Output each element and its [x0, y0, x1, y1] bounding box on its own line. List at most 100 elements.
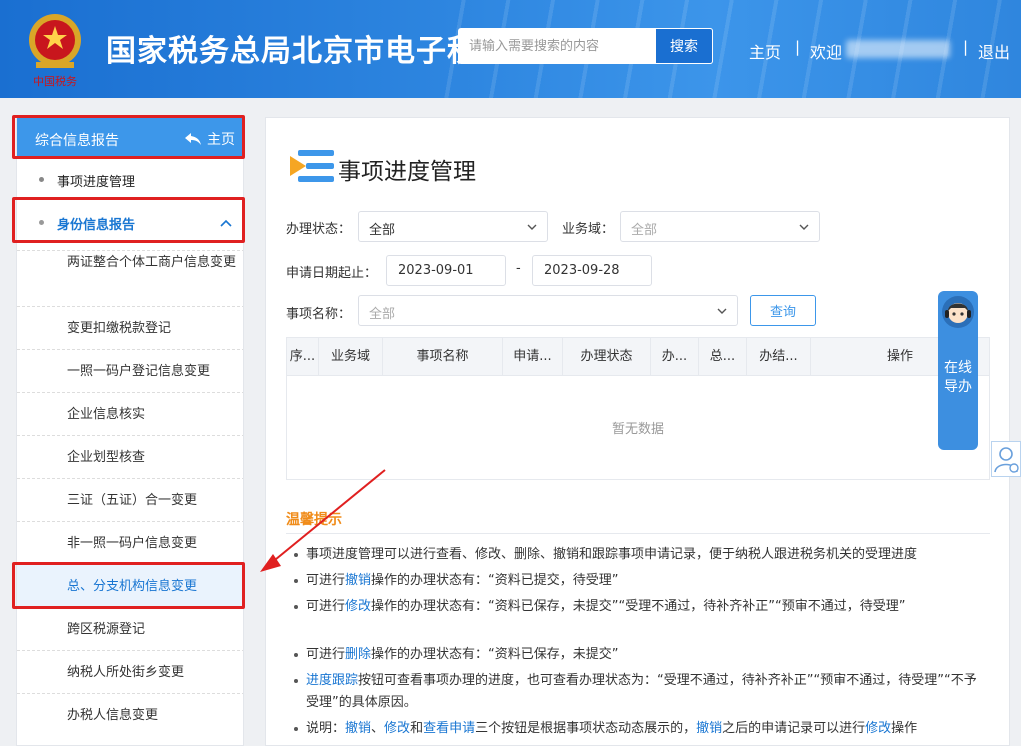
- sidebar-subitem[interactable]: 非一照一码户信息变更: [17, 521, 243, 564]
- sidebar-subitem-label: 两证整合个体工商户信息变更: [67, 255, 237, 270]
- sidebar-subitem-label: 一照一码户登记信息变更: [67, 364, 211, 379]
- sidebar-subitem[interactable]: 两证整合个体工商户信息变更: [17, 250, 243, 295]
- column-header[interactable]: 办理状态: [563, 338, 651, 376]
- chevron-down-icon: [799, 224, 809, 230]
- bullet-icon: [294, 553, 298, 557]
- sidebar-subitem[interactable]: 跨区税源登记: [17, 607, 243, 650]
- tip-text: 和: [410, 721, 424, 736]
- sidebar-subitem-label: 非一照一码户信息变更: [67, 536, 198, 551]
- date-label: 申请日期起止：: [286, 266, 378, 281]
- bullet-icon: [294, 653, 298, 657]
- column-header[interactable]: 申请...: [503, 338, 563, 376]
- column-header[interactable]: 办...: [651, 338, 699, 376]
- tip-text: 可进行: [306, 599, 346, 614]
- sidebar-subitem[interactable]: 变更扣缴税款登记: [17, 306, 243, 349]
- assistant-label: 在线导办: [944, 360, 972, 395]
- tip-item: 可进行撤销操作的办理状态有：“资料已提交，待受理”: [294, 570, 984, 592]
- date-to-input[interactable]: 2023-09-28: [532, 255, 652, 286]
- domain-select-value: 全部: [631, 223, 658, 238]
- status-label: 办理状态：: [286, 222, 352, 237]
- sidebar-subitem-label: 办税人信息变更: [67, 708, 159, 723]
- tip-highlight: 修改: [865, 721, 892, 736]
- sidebar-subitem[interactable]: 三证（五证）合一变更: [17, 478, 243, 521]
- tip-text: 按钮可查看事项办理的进度，也可查看办理状态为：“受理不通过，待补齐补正”“预审不…: [306, 673, 977, 710]
- tip-item: 可进行修改操作的办理状态有：“资料已保存，未提交”“受理不通过，待补齐补正”“预…: [294, 596, 984, 618]
- sidebar-item-progress[interactable]: 事项进度管理: [17, 160, 243, 200]
- item-name-select[interactable]: 全部: [358, 295, 738, 326]
- results-table: 序... 业务域 事项名称 申请... 办理状态 办... 总... 办结...…: [286, 337, 990, 480]
- sidebar-subitem[interactable]: 办税人信息变更: [17, 693, 243, 736]
- tips-divider: [286, 533, 990, 534]
- tip-highlight: 进度跟踪: [306, 673, 359, 688]
- tip-text: 之后的申请记录可以进行: [722, 721, 866, 736]
- tip-highlight: 查看申请: [423, 721, 476, 736]
- site-header: 中国税务 国家税务总局北京市电子税 搜索 主页 | 欢迎 | 退出: [0, 0, 1021, 98]
- table-empty-text: 暂无数据: [611, 422, 664, 437]
- column-header[interactable]: 事项名称: [383, 338, 503, 376]
- nav-home-link[interactable]: 主页: [749, 39, 781, 63]
- back-arrow-icon: [185, 133, 201, 145]
- sidebar-subitem[interactable]: 企业信息核实: [17, 392, 243, 435]
- sidebar-subitem[interactable]: 企业划型核查: [17, 435, 243, 478]
- tip-text: 事项进度管理可以进行查看、修改、删除、撤销和跟踪事项申请记录，便于纳税人跟进税务…: [306, 547, 918, 562]
- sidebar-subitem-active[interactable]: 总、分支机构信息变更: [17, 564, 243, 607]
- tip-text: 操作: [891, 721, 918, 736]
- domain-select[interactable]: 全部: [620, 211, 820, 242]
- column-header[interactable]: 总...: [699, 338, 747, 376]
- sidebar-subitem-label: 三证（五证）合一变更: [67, 493, 198, 508]
- search-input[interactable]: [458, 28, 654, 64]
- sidebar-subitem-label: 企业信息核实: [67, 407, 146, 422]
- nav-exit-link[interactable]: 退出: [978, 39, 1010, 63]
- tip-highlight: 撤销: [696, 721, 723, 736]
- svg-text:中国税务: 中国税务: [33, 74, 77, 88]
- tip-highlight: 修改: [345, 599, 372, 614]
- sidebar-subitem[interactable]: 一照一码户登记信息变更: [17, 349, 243, 392]
- column-header[interactable]: 序...: [287, 338, 319, 376]
- user-service-float[interactable]: [991, 441, 1021, 477]
- bullet-icon: [294, 605, 298, 609]
- chevron-down-icon: [717, 308, 727, 314]
- sidebar-header: 综合信息报告 主页: [17, 118, 243, 158]
- tip-text: 说明：: [306, 721, 346, 736]
- tip-highlight: 删除: [345, 647, 372, 662]
- tax-emblem-icon: 中国税务: [29, 14, 81, 88]
- tip-text: 可进行: [306, 573, 346, 588]
- user-service-icon: [994, 447, 1019, 473]
- sidebar-subitem-label: 总、分支机构信息变更: [67, 579, 198, 594]
- main-panel: 事项进度管理 办理状态： 全部 业务域： 全部 申请日期起止： 2023-09-…: [265, 117, 1010, 746]
- date-from-input[interactable]: 2023-09-01: [386, 255, 506, 286]
- online-assistant-button[interactable]: 在线导办: [938, 291, 978, 450]
- date-from-value: 2023-09-01: [398, 263, 474, 278]
- query-button[interactable]: 查询: [750, 295, 816, 326]
- tips-title: 温馨提示: [286, 512, 342, 528]
- column-header[interactable]: 办结...: [747, 338, 811, 376]
- nav-separator: |: [963, 38, 969, 56]
- tip-text: 、: [371, 721, 385, 736]
- page-title: 事项进度管理: [338, 159, 476, 185]
- sidebar-subitem-label: 纳税人所处街乡变更: [67, 665, 185, 680]
- sidebar-group-identity[interactable]: 身份信息报告: [17, 203, 243, 243]
- domain-label: 业务域：: [562, 222, 615, 237]
- sidebar-subitem[interactable]: 纳税人所处街乡变更: [17, 650, 243, 693]
- item-name-label: 事项名称：: [286, 307, 352, 322]
- bullet-icon: [294, 579, 298, 583]
- sidebar-home-label: 主页: [207, 132, 235, 148]
- tip-text: 三个按钮是根据事项状态动态展示的，: [475, 721, 697, 736]
- nav-welcome-text: 欢迎: [810, 43, 843, 62]
- sidebar-subitem-label: 变更扣缴税款登记: [67, 321, 172, 336]
- nav-separator: |: [795, 38, 801, 56]
- tip-item: 进度跟踪按钮可查看事项办理的进度，也可查看办理状态为：“受理不通过，待补齐补正”…: [294, 670, 984, 714]
- status-select[interactable]: 全部: [358, 211, 548, 242]
- item-name-select-value: 全部: [369, 307, 396, 322]
- sidebar-subitem-label: 企业划型核查: [67, 450, 146, 465]
- tip-highlight: 撤销: [345, 721, 372, 736]
- status-select-value: 全部: [369, 223, 396, 238]
- tip-text: 可进行: [306, 647, 346, 662]
- search-button[interactable]: 搜索: [655, 28, 713, 64]
- tip-highlight: 撤销: [345, 573, 372, 588]
- column-header[interactable]: 业务域: [319, 338, 383, 376]
- tip-highlight: 修改: [384, 721, 411, 736]
- chevron-up-icon: [220, 219, 232, 227]
- sidebar-home-button[interactable]: 主页: [185, 129, 235, 149]
- date-separator: -: [516, 261, 521, 276]
